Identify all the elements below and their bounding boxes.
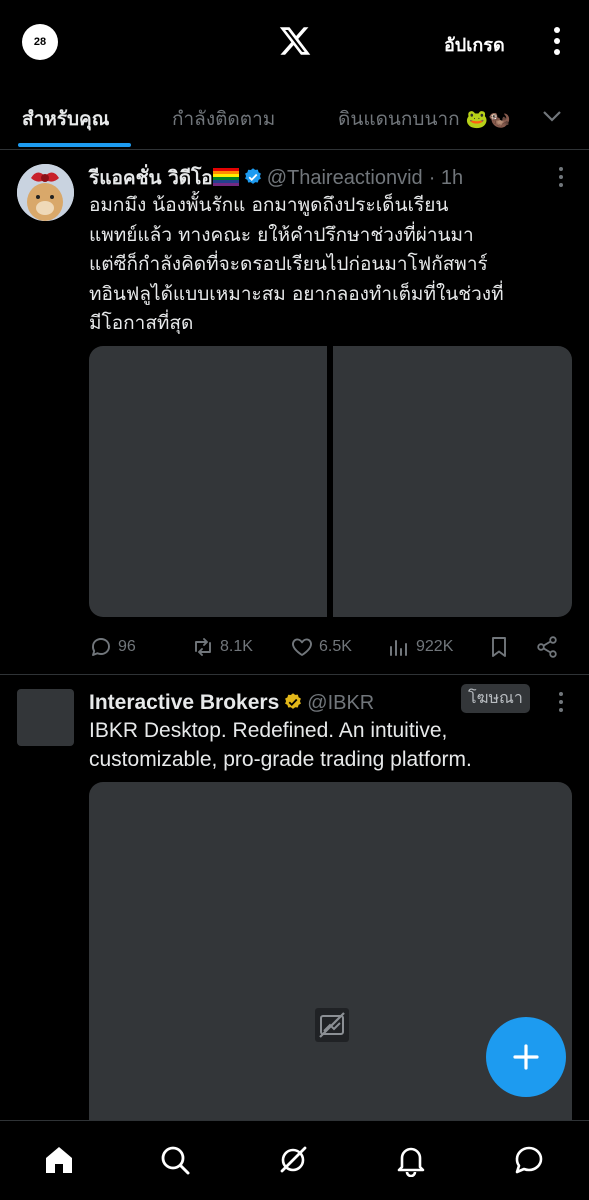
post-time: · 1h [428,167,464,189]
notifications-icon[interactable] [394,1143,428,1177]
author-handle[interactable]: @IBKR [307,692,374,714]
author-name[interactable]: รีแอคชั่น วิดีโอ [89,167,213,189]
verified-badge-icon [244,168,261,184]
image-unavailable-icon [315,1008,349,1042]
bottom-navigation [0,1120,589,1200]
timeline-tabs: สำหรับคุณ กำลังติดตาม ดินแดนกบนาก 🐸🦦 [0,88,589,150]
upgrade-button[interactable]: อัปเกรด [444,30,505,59]
tab-label: กำลังติดตาม [172,108,276,130]
more-vertical-icon[interactable] [551,165,571,189]
compose-button[interactable] [486,1017,566,1097]
reply-icon [92,638,110,656]
share-icon [537,636,557,658]
like-button[interactable]: 6.5K [290,635,352,659]
analytics-icon [390,640,407,656]
like-count: 6.5K [319,638,352,655]
views-button[interactable]: 922K [387,635,453,659]
pride-flag-icon [212,168,239,186]
plus-icon [513,1044,539,1070]
reply-button[interactable]: 96 [89,635,136,659]
media-image[interactable] [89,782,572,1142]
home-icon[interactable] [42,1143,76,1177]
search-icon[interactable] [158,1143,192,1177]
view-count: 922K [416,638,454,655]
share-button[interactable] [535,635,559,659]
tab-emoji: 🐸🦦 [465,109,511,130]
tab-label: ดินแดนกบนาก [338,108,460,130]
verified-gold-badge-icon [285,693,302,709]
avatar[interactable] [17,689,74,746]
tweet-text: IBKR Desktop. Redefined. An intuitive, c… [89,719,472,771]
tweet-actions: 96 8.1K 6.5K 922K [89,635,569,661]
heart-icon [292,638,312,656]
chevron-down-icon[interactable] [540,104,564,128]
avatar-text: 28 [33,36,47,48]
bookmark-icon [492,637,506,657]
repost-button[interactable]: 8.1K [191,635,253,659]
x-logo-icon[interactable] [278,24,312,58]
more-vertical-icon[interactable] [546,24,568,58]
repost-icon [195,638,211,656]
grok-icon[interactable] [276,1143,310,1177]
active-tab-indicator [18,143,131,147]
tweet-header: รีแอคชั่น วิดีโอ @Thaireactionvid · 1h [89,163,559,193]
tab-label: สำหรับคุณ [22,108,110,130]
author-handle[interactable]: @Thaireactionvid [267,167,423,189]
tab-for-you[interactable]: สำหรับคุณ [22,104,109,134]
top-bar: 28 อัปเกรด [0,0,589,88]
tab-following[interactable]: กำลังติดตาม [172,104,275,134]
ad-badge: โฆษณา [461,684,530,713]
reply-count: 96 [118,638,136,655]
tab-community[interactable]: ดินแดนกบนาก 🐸🦦 [338,104,511,134]
tweet[interactable]: รีแอคชั่น วิดีโอ @Thaireactionvid · 1h อม… [0,151,589,675]
more-vertical-icon[interactable] [551,690,571,714]
profile-avatar[interactable]: 28 [22,24,58,60]
media-image-left[interactable] [89,346,327,617]
messages-icon[interactable] [512,1143,546,1177]
author-name[interactable]: Interactive Brokers [89,691,279,714]
tweet-text: อมกมึง น้องพั้นรักแ อกมาพูดถึงประเด็นเรี… [89,194,504,334]
bookmark-button[interactable] [487,635,511,659]
media-image-right[interactable] [333,346,572,617]
repost-count: 8.1K [220,638,253,655]
avatar[interactable] [17,164,74,221]
